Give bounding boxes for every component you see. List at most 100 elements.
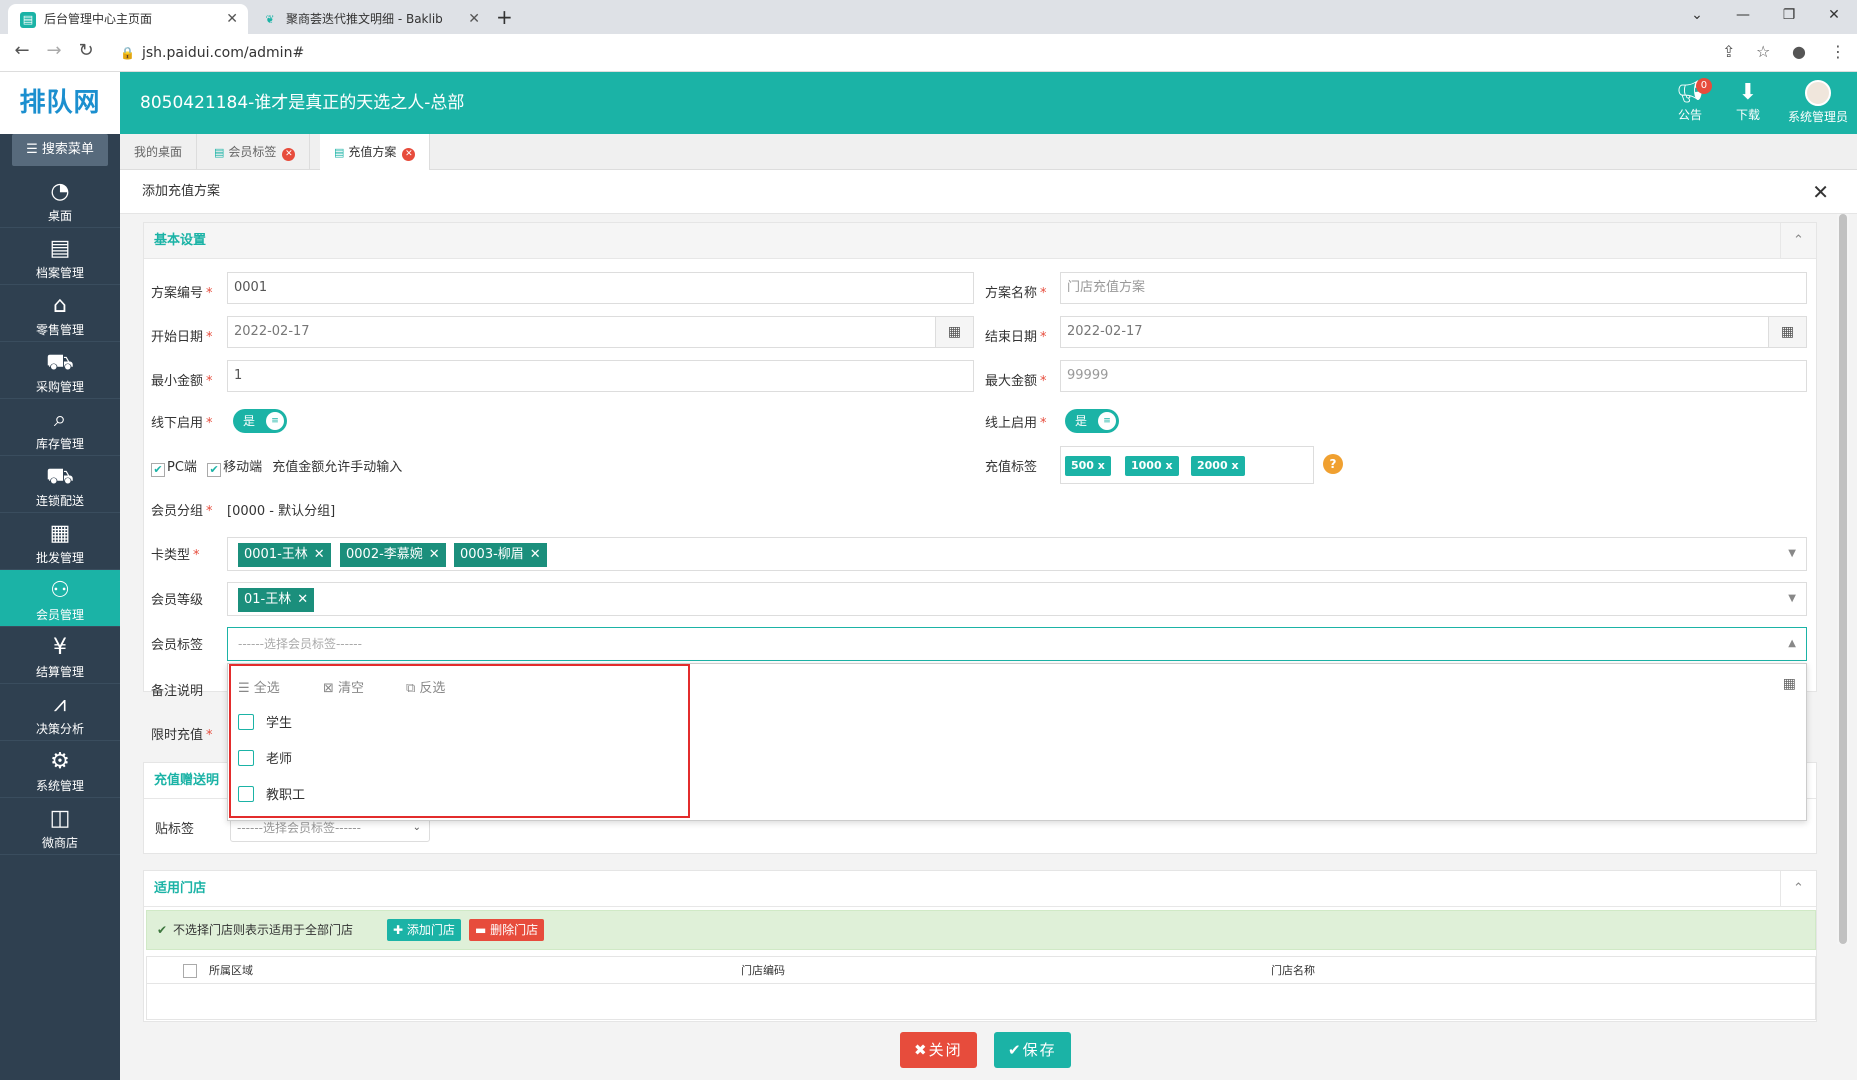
sidebar-item-archive[interactable]: ▤ 档案管理 — [0, 228, 120, 285]
sidebar-item-wholesale[interactable]: ▦ 批发管理 — [0, 513, 120, 570]
column-header: 门店名称 — [1271, 964, 1315, 977]
profile-icon[interactable]: ● — [1792, 42, 1806, 61]
tab-label: 我的桌面 — [134, 145, 183, 159]
forward-icon[interactable]: → — [42, 40, 66, 61]
announce-label: 公告 — [1677, 108, 1702, 122]
plan-name-input[interactable]: 门店充值方案 — [1060, 272, 1807, 304]
menu-dots-icon[interactable]: ⋮ — [1830, 42, 1846, 61]
share-icon[interactable]: ⇪ — [1722, 42, 1735, 61]
select-all-checkbox[interactable] — [183, 964, 197, 978]
save-button[interactable]: ✔保存 — [994, 1032, 1071, 1068]
collapse-icon[interactable]: ⌃ — [1780, 223, 1816, 259]
recharge-tag[interactable]: 1000 x — [1125, 456, 1179, 476]
member-level-label: 会员等级 — [151, 593, 204, 608]
collapse-icon[interactable]: ⌃ — [1780, 871, 1816, 907]
member-group-value[interactable]: [0000 - 默认分组] — [227, 500, 335, 519]
user-menu[interactable]: 系统管理员 — [1786, 80, 1850, 125]
reload-icon[interactable]: ↻ — [74, 40, 98, 61]
close-icon[interactable]: ✕ — [1812, 170, 1829, 214]
start-date-input[interactable]: 2022-02-17 ▦ — [227, 316, 974, 348]
delete-store-button[interactable]: ▬ 删除门店 — [469, 919, 545, 941]
calendar-icon[interactable]: ▦ — [935, 317, 973, 347]
offline-enable-toggle[interactable]: 是 ≡ — [233, 409, 287, 433]
toggle-label: 是 — [1075, 414, 1088, 428]
manual-input-label: 充值金额允许手动输入 — [272, 460, 403, 475]
close-tab-icon[interactable]: ✕ — [402, 148, 416, 161]
browser-tab-admin[interactable]: ▤ 后台管理中心主页面 ✕ — [8, 4, 248, 34]
browser-tab-baklib[interactable]: ❦ 聚商荟迭代推文明细 - Baklib ✕ — [250, 4, 490, 34]
pc-checkbox[interactable]: ✔ — [151, 463, 165, 477]
page-tabs: 我的桌面 ▤ 会员标签 ✕ ▤ 充值方案 ✕ — [120, 134, 1857, 170]
plan-no-input[interactable]: 0001 — [227, 272, 974, 304]
sidebar-item-label: 系统管理 — [35, 779, 84, 793]
member-group-label: 会员分组 * — [151, 504, 213, 519]
sidebar-item-system[interactable]: ⚙ 系统管理 — [0, 741, 120, 798]
announce-button[interactable]: 📢︎ 0 公告 — [1676, 78, 1712, 123]
min-amount-input[interactable]: 1 — [227, 360, 974, 392]
tab-recharge-plan[interactable]: ▤ 充值方案 ✕ — [320, 134, 431, 170]
card-type-chip[interactable]: 0001-王林 ✕ — [238, 543, 331, 567]
chevron-up-icon: ▲ — [1788, 638, 1796, 649]
browser-tabbar: ▤ 后台管理中心主页面 ✕ ❦ 聚商荟迭代推文明细 - Baklib ✕ + ⌄… — [0, 0, 1857, 34]
sidebar-item-desktop[interactable]: ◔ 桌面 — [0, 171, 120, 228]
max-amount-input[interactable]: 99999 — [1060, 360, 1807, 392]
wholesale-icon: ▦ — [49, 521, 71, 546]
end-date-value: 2022-02-17 — [1067, 324, 1143, 339]
search-menu-button[interactable]: ☰ 搜索菜单 — [12, 134, 108, 166]
restore-icon[interactable]: ❐ — [1766, 0, 1812, 30]
close-window-icon[interactable]: ✕ — [1811, 0, 1857, 30]
store-title: 8050421184-谁才是真正的天选之人-总部 — [140, 93, 465, 113]
minimize-icon[interactable]: — — [1720, 0, 1766, 30]
card-type-select[interactable]: 0001-王林 ✕ 0002-李慕婉 ✕ 0003-柳眉 ✕ ▼ — [227, 537, 1807, 571]
new-tab-icon[interactable]: + — [496, 4, 513, 30]
shop-bag-icon: ◫ — [49, 806, 71, 831]
add-store-button[interactable]: ✚ 添加门店 — [387, 919, 461, 941]
close-tab-icon[interactable]: ✕ — [468, 4, 480, 34]
card-type-chip[interactable]: 0002-李慕婉 ✕ — [340, 543, 446, 567]
scrollbar[interactable] — [1837, 214, 1849, 944]
end-date-input[interactable]: 2022-02-17 ▦ — [1060, 316, 1807, 348]
grid-icon[interactable]: ▦ — [1783, 676, 1796, 692]
sidebar-item-distribution[interactable]: ⛟ 连锁配送 — [0, 456, 120, 513]
sidebar-item-settlement[interactable]: ¥ 结算管理 — [0, 627, 120, 684]
min-amount-label: 最小金额 * — [151, 374, 213, 389]
sidebar-item-retail[interactable]: ⌂ 零售管理 — [0, 285, 120, 342]
download-button[interactable]: ⬇ 下载 — [1736, 80, 1760, 123]
url-field[interactable]: 🔒 jsh.paidui.com/admin# — [110, 39, 1750, 67]
search-menu-label: 搜索菜单 — [41, 142, 94, 157]
close-tab-icon[interactable]: ✕ — [226, 4, 238, 34]
check-icon: ✔ — [1008, 1041, 1023, 1059]
card-type-chip[interactable]: 0003-柳眉 ✕ — [454, 543, 547, 567]
scrollbar-thumb[interactable] — [1839, 214, 1847, 944]
tab-desktop[interactable]: 我的桌面 — [120, 134, 198, 170]
member-icon: ⚇ — [50, 578, 70, 603]
online-enable-toggle[interactable]: 是 ≡ — [1065, 409, 1119, 433]
recharge-tag[interactable]: 2000 x — [1191, 456, 1245, 476]
chevron-down-icon: ▼ — [1788, 548, 1796, 559]
help-icon[interactable]: ? — [1323, 454, 1343, 474]
sidebar-item-inventory[interactable]: ⌕ 库存管理 — [0, 399, 120, 456]
close-icon: ✖ — [914, 1041, 929, 1059]
recharge-tag[interactable]: 500 x — [1065, 456, 1111, 476]
member-level-select[interactable]: 01-王林 ✕ ▼ — [227, 582, 1807, 616]
sidebar-item-analysis[interactable]: ⩘ 决策分析 — [0, 684, 120, 741]
close-button[interactable]: ✖关闭 — [900, 1032, 977, 1068]
close-tab-icon[interactable]: ✕ — [282, 148, 296, 161]
recharge-tags-input[interactable]: 500 x 1000 x 2000 x — [1060, 446, 1314, 484]
tab-search-icon[interactable]: ⌄ — [1674, 0, 1720, 30]
mobile-checkbox[interactable]: ✔ — [207, 463, 222, 477]
member-level-chip[interactable]: 01-王林 ✕ — [238, 588, 315, 612]
column-header: 所属区域 — [209, 964, 253, 977]
back-icon[interactable]: ← — [10, 40, 34, 61]
download-icon: ⬇ — [1738, 80, 1758, 105]
sidebar-item-member[interactable]: ⚇ 会员管理 — [0, 570, 120, 627]
favicon-icon: ▤ — [20, 12, 36, 28]
sidebar-item-purchase[interactable]: ⛟ 采购管理 — [0, 342, 120, 399]
sidebar-item-microshop[interactable]: ◫ 微商店 — [0, 798, 120, 855]
calendar-icon[interactable]: ▦ — [1768, 317, 1806, 347]
tab-member-tags[interactable]: ▤ 会员标签 ✕ — [200, 134, 311, 170]
member-tag-select[interactable]: ------选择会员标签------ ▲ — [227, 627, 1807, 661]
offline-enable-label: 线下启用 * — [151, 416, 213, 431]
announce-badge: 0 — [1695, 78, 1712, 94]
bookmark-star-icon[interactable]: ☆ — [1756, 42, 1770, 61]
